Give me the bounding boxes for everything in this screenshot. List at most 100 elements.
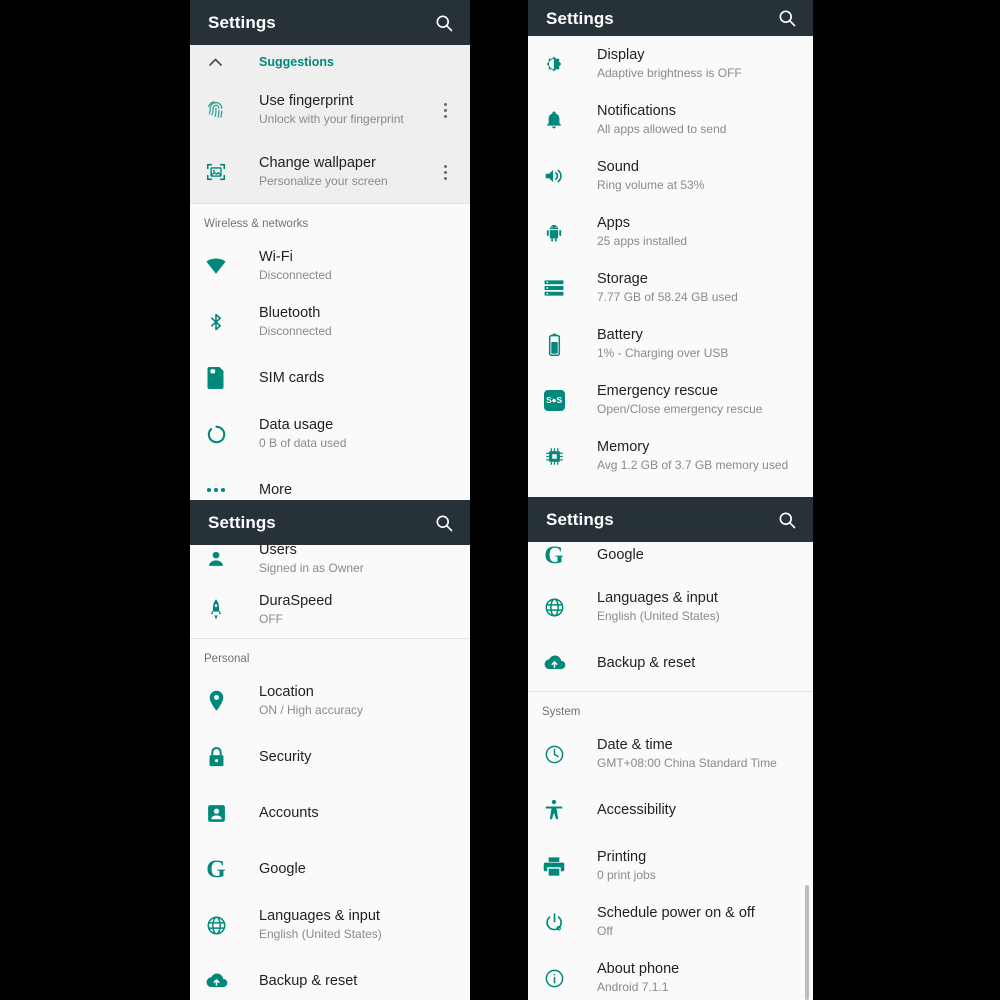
setting-subtitle: Adaptive brightness is OFF [597,66,742,81]
section-header-system: System [528,692,813,726]
battery-icon [542,332,566,356]
setting-subtitle: 1% - Charging over USB [597,346,729,361]
setting-row-google[interactable]: G Google [190,841,470,897]
setting-row-languages-input[interactable]: Languages & input English (United States… [528,579,813,635]
setting-row-wifi[interactable]: Wi-Fi Disconnected [190,238,470,294]
setting-title: Battery [597,327,643,344]
setting-row-data-usage[interactable]: Data usage 0 B of data used [190,406,470,462]
setting-subtitle: ON / High accuracy [259,703,364,718]
setting-row-apps[interactable]: Apps 25 apps installed [528,204,813,260]
setting-title: Sound [597,159,639,176]
vertical-scrollbar[interactable] [805,885,809,1000]
setting-row-about-phone[interactable]: About phone Android 7.1.1 [528,950,813,1000]
setting-text: Memory Avg 1.2 GB of 3.7 GB memory used [597,438,805,474]
setting-title: Date & time [597,737,673,754]
setting-row-schedule-power[interactable]: Schedule power on & off Off [528,894,813,950]
setting-row-date-time[interactable]: Date & time GMT+08:00 China Standard Tim… [528,726,813,782]
wifi-icon [204,254,228,278]
suggestion-use-fingerprint[interactable]: Use fingerprint Unlock with your fingerp… [190,79,470,141]
setting-row-notifications[interactable]: Notifications All apps allowed to send [528,92,813,148]
setting-subtitle: English (United States) [259,927,382,942]
setting-subtitle: Avg 1.2 GB of 3.7 GB memory used [597,458,789,473]
setting-title: Location [259,684,314,701]
screenshot-root: Settings Suggestions Use fingerprint Unl… [0,0,1000,1000]
suggestions-header[interactable]: Suggestions [190,45,470,79]
setting-subtitle: All apps allowed to send [597,122,727,137]
setting-subtitle: GMT+08:00 China Standard Time [597,756,777,771]
setting-text: DuraSpeed OFF [259,592,462,628]
setting-text: SIM cards [259,369,462,387]
info-icon [542,966,566,990]
toolbar: Settings [528,0,813,36]
setting-row-bluetooth[interactable]: Bluetooth Disconnected [190,294,470,350]
google-g-icon: G [544,542,564,569]
settings-list: Suggestions Use fingerprint Unlock with … [190,45,470,500]
setting-row-accounts[interactable]: Accounts [190,785,470,841]
more-vert-icon[interactable] [434,102,456,118]
setting-row-backup-reset[interactable]: Backup & reset [190,953,470,1000]
suggestions-block: Suggestions Use fingerprint Unlock with … [190,45,470,203]
chevron-up-icon[interactable] [204,58,226,66]
setting-title: Data usage [259,417,334,434]
toolbar: Settings [190,0,470,45]
settings-list: Users Signed in as Owner DuraSpeed OFF P… [190,535,470,1000]
setting-title: Languages & input [259,908,380,925]
account-box-icon [204,801,228,825]
setting-title: Schedule power on & off [597,905,755,922]
setting-row-printing[interactable]: Printing 0 print jobs [528,838,813,894]
setting-text: Users Signed in as Owner [259,541,462,577]
setting-text: Sound Ring volume at 53% [597,158,805,194]
suggestions-label: Suggestions [259,55,335,69]
page-title: Settings [546,8,614,28]
setting-title: Emergency rescue [597,383,718,400]
setting-row-battery[interactable]: Battery 1% - Charging over USB [528,316,813,372]
setting-row-memory[interactable]: Memory Avg 1.2 GB of 3.7 GB memory used [528,428,813,484]
setting-row-backup-reset[interactable]: Backup & reset [528,635,813,691]
setting-subtitle: Disconnected [259,324,332,339]
setting-row-location[interactable]: Location ON / High accuracy [190,673,470,729]
data-usage-icon [204,422,228,446]
storage-icon [542,276,566,300]
settings-list: G Google Languages & input English (Unit… [528,532,813,1000]
wallpaper-icon [204,160,228,184]
setting-title: Languages & input [597,590,718,607]
setting-subtitle: 0 print jobs [597,868,656,883]
search-icon[interactable] [434,513,454,533]
setting-row-languages-input[interactable]: Languages & input English (United States… [190,897,470,953]
setting-subtitle: Android 7.1.1 [597,980,669,995]
setting-row-security[interactable]: Security [190,729,470,785]
setting-text: Notifications All apps allowed to send [597,102,805,138]
setting-row-sim-cards[interactable]: SIM cards [190,350,470,406]
setting-row-storage[interactable]: Storage 7.77 GB of 58.24 GB used [528,260,813,316]
clock-icon [542,742,566,766]
setting-title: Printing [597,849,647,866]
printer-icon [542,854,566,878]
setting-row-emergency-rescue[interactable]: S●S Emergency rescue Open/Close emergenc… [528,372,813,428]
suggestion-title: Change wallpaper [259,155,376,172]
suggestion-text: Change wallpaper Personalize your screen [259,154,434,190]
setting-subtitle: English (United States) [597,609,720,624]
suggestion-title: Use fingerprint [259,93,354,110]
suggestion-subtitle: Personalize your screen [259,174,388,189]
suggestion-change-wallpaper[interactable]: Change wallpaper Personalize your screen [190,141,470,203]
setting-row-sound[interactable]: Sound Ring volume at 53% [528,148,813,204]
panel-bottom-right: Settings G Google Languages & input Engl… [528,497,813,1000]
power-icon [542,910,566,934]
setting-row-more[interactable]: More [190,462,470,500]
setting-text: Emergency rescue Open/Close emergency re… [597,382,805,418]
setting-row-users[interactable]: Users [528,484,813,497]
more-vert-icon[interactable] [434,164,456,180]
setting-row-accessibility[interactable]: Accessibility [528,782,813,838]
page-title: Settings [208,13,276,32]
search-icon[interactable] [777,8,797,28]
setting-row-display[interactable]: Display Adaptive brightness is OFF [528,36,813,92]
android-icon [542,220,566,244]
setting-text: Accessibility [597,801,805,819]
sos-icon: S●S [542,388,566,412]
setting-title: More [259,481,293,498]
setting-subtitle: Disconnected [259,268,332,283]
setting-row-duraspeed[interactable]: DuraSpeed OFF [190,582,470,638]
search-icon[interactable] [777,510,797,530]
search-icon[interactable] [434,13,454,33]
panel-bottom-left: Settings Users Signed in as Owner DuraSp… [190,500,470,1000]
